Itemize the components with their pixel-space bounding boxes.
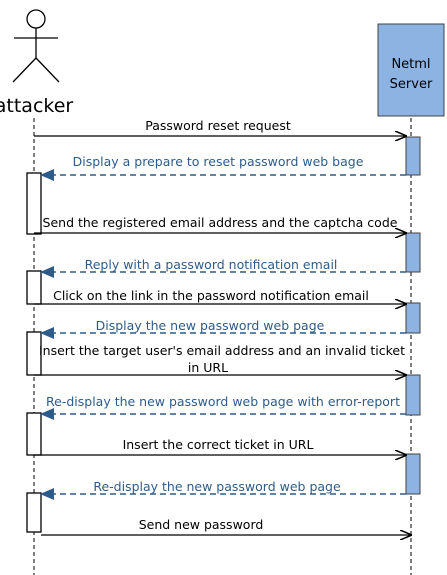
messages: Password reset request Display a prepare…	[34, 118, 411, 535]
message-request: Send new password	[41, 517, 411, 535]
server-activation-bar	[405, 374, 421, 416]
message-label: Send the registered email address and th…	[43, 215, 398, 230]
message-label-line2: in URL	[188, 360, 228, 375]
server-participant: Netml Server	[377, 23, 445, 117]
server-activation-bar	[405, 136, 421, 176]
message-request: Send the registered email address and th…	[34, 215, 406, 233]
message-request: Password reset request	[34, 118, 406, 136]
message-reply: Display the new password web page	[40, 318, 406, 339]
message-label: Click on the link in the password notifi…	[53, 288, 369, 303]
attacker-activation-bar	[26, 270, 42, 305]
message-reply: Re-display the new password web page	[40, 479, 406, 500]
message-request: Insert the correct ticket in URL	[34, 437, 406, 455]
actor-left-leg	[12, 57, 37, 83]
message-label: Re-display the new password web page	[93, 479, 341, 494]
message-request: Click on the link in the password notifi…	[34, 288, 406, 304]
message-label: Display a prepare to reset password web …	[73, 154, 364, 169]
sequence-diagram: attacker Netml Server Password reset req…	[0, 9, 445, 575]
message-label: Reply with a password notification email	[85, 257, 338, 272]
server-activation-bar	[405, 302, 421, 334]
message-label: Re-display the new password web page wit…	[46, 394, 400, 409]
message-request: Insert the target user's email address a…	[34, 343, 406, 375]
attacker-activation-bar	[26, 172, 42, 235]
message-reply: Re-display the new password web page wit…	[40, 394, 406, 420]
actor-head	[26, 9, 46, 29]
server-activation-bar	[405, 453, 421, 495]
message-label: Password reset request	[145, 118, 291, 133]
message-label: Display the new password web page	[96, 318, 325, 333]
attacker-actor: attacker	[0, 9, 73, 117]
server-activations	[405, 136, 421, 495]
server-label-line1: Netml	[391, 57, 430, 72]
actor-right-leg	[35, 57, 60, 83]
message-reply: Reply with a password notification email	[40, 257, 406, 278]
attacker-activation-bar	[26, 492, 42, 533]
server-activation-bar	[405, 232, 421, 273]
message-reply: Display a prepare to reset password web …	[40, 154, 406, 181]
message-label: Insert the correct ticket in URL	[123, 437, 314, 452]
message-label: Send new password	[139, 517, 264, 532]
attacker-activation-bar	[26, 412, 42, 456]
message-label: Insert the target user's email address a…	[39, 343, 405, 358]
server-label-line2: Server	[390, 77, 433, 92]
actor-label: attacker	[0, 95, 73, 117]
